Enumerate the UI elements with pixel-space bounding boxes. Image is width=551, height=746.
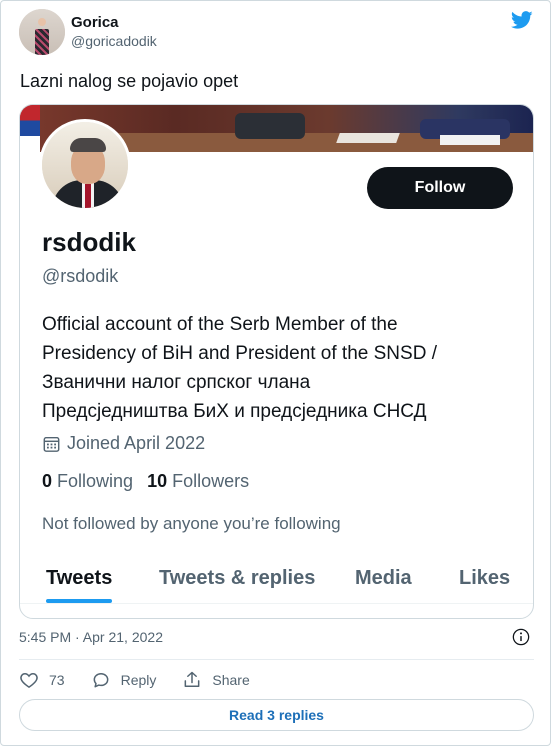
author-display-name[interactable]: Gorica xyxy=(71,14,157,33)
profile-avatar[interactable] xyxy=(39,119,131,211)
reply-icon xyxy=(93,673,108,688)
author-handle[interactable]: @goricadodik xyxy=(71,33,157,51)
share-icon xyxy=(184,671,200,687)
reply-label: Reply xyxy=(120,672,157,688)
tab-tweets-replies[interactable]: Tweets & replies xyxy=(159,553,315,603)
author-avatar[interactable] xyxy=(19,9,65,55)
profile-card[interactable]: Follow rsdodik @rsdodik Official account… xyxy=(19,104,534,619)
calendar-icon xyxy=(43,436,60,452)
info-icon[interactable] xyxy=(512,628,530,646)
like-button[interactable]: 73 xyxy=(19,670,65,690)
twitter-logo-icon[interactable] xyxy=(510,9,534,31)
bio-line: Предсједништва БиХ и предсједника СНСД xyxy=(42,401,427,422)
joined-date: Joined April 2022 xyxy=(42,433,205,454)
tab-tweets[interactable]: Tweets xyxy=(46,553,113,603)
joined-text: Joined April 2022 xyxy=(67,433,206,453)
heart-icon xyxy=(20,672,38,688)
share-label: Share xyxy=(212,672,250,688)
tweet-embed: Gorica @goricadodik Lazni nalog se pojav… xyxy=(0,0,551,746)
profile-bio: Official account of the Serb Member of t… xyxy=(42,310,512,426)
read-replies-button[interactable]: Read 3 replies xyxy=(19,699,534,731)
tab-likes[interactable]: Likes xyxy=(459,553,510,603)
like-count: 73 xyxy=(49,672,65,688)
profile-tabs: Tweets Tweets & replies Media Likes xyxy=(20,553,533,603)
bio-line: Званични налог српског члана xyxy=(42,372,311,393)
tabs-divider xyxy=(20,603,533,604)
divider xyxy=(19,659,534,660)
profile-handle: @rsdodik xyxy=(42,266,119,286)
bio-line: Official account of the Serb Member of t… xyxy=(42,314,398,335)
profile-name: rsdodik xyxy=(42,227,136,257)
tweet-author[interactable]: Gorica @goricadodik xyxy=(19,7,157,57)
tweet-actions: 73 Reply Share xyxy=(19,669,276,691)
not-followed-note: Not followed by anyone you’re following xyxy=(42,514,341,533)
share-button[interactable]: Share xyxy=(182,670,250,690)
follow-counts: 0 Following 10 Followers xyxy=(42,471,263,492)
tweet-text: Lazni nalog se pojavio opet xyxy=(20,71,239,91)
followers-count[interactable]: 10 Followers xyxy=(147,471,249,492)
tweet-timestamp[interactable]: 5:45 PM · Apr 21, 2022 xyxy=(19,629,163,645)
reply-button[interactable]: Reply xyxy=(91,670,157,690)
follow-button[interactable]: Follow xyxy=(367,167,513,209)
following-count[interactable]: 0 Following xyxy=(42,471,133,492)
tab-media[interactable]: Media xyxy=(355,553,412,603)
bio-line: Presidency of BiH and President of the S… xyxy=(42,343,437,364)
